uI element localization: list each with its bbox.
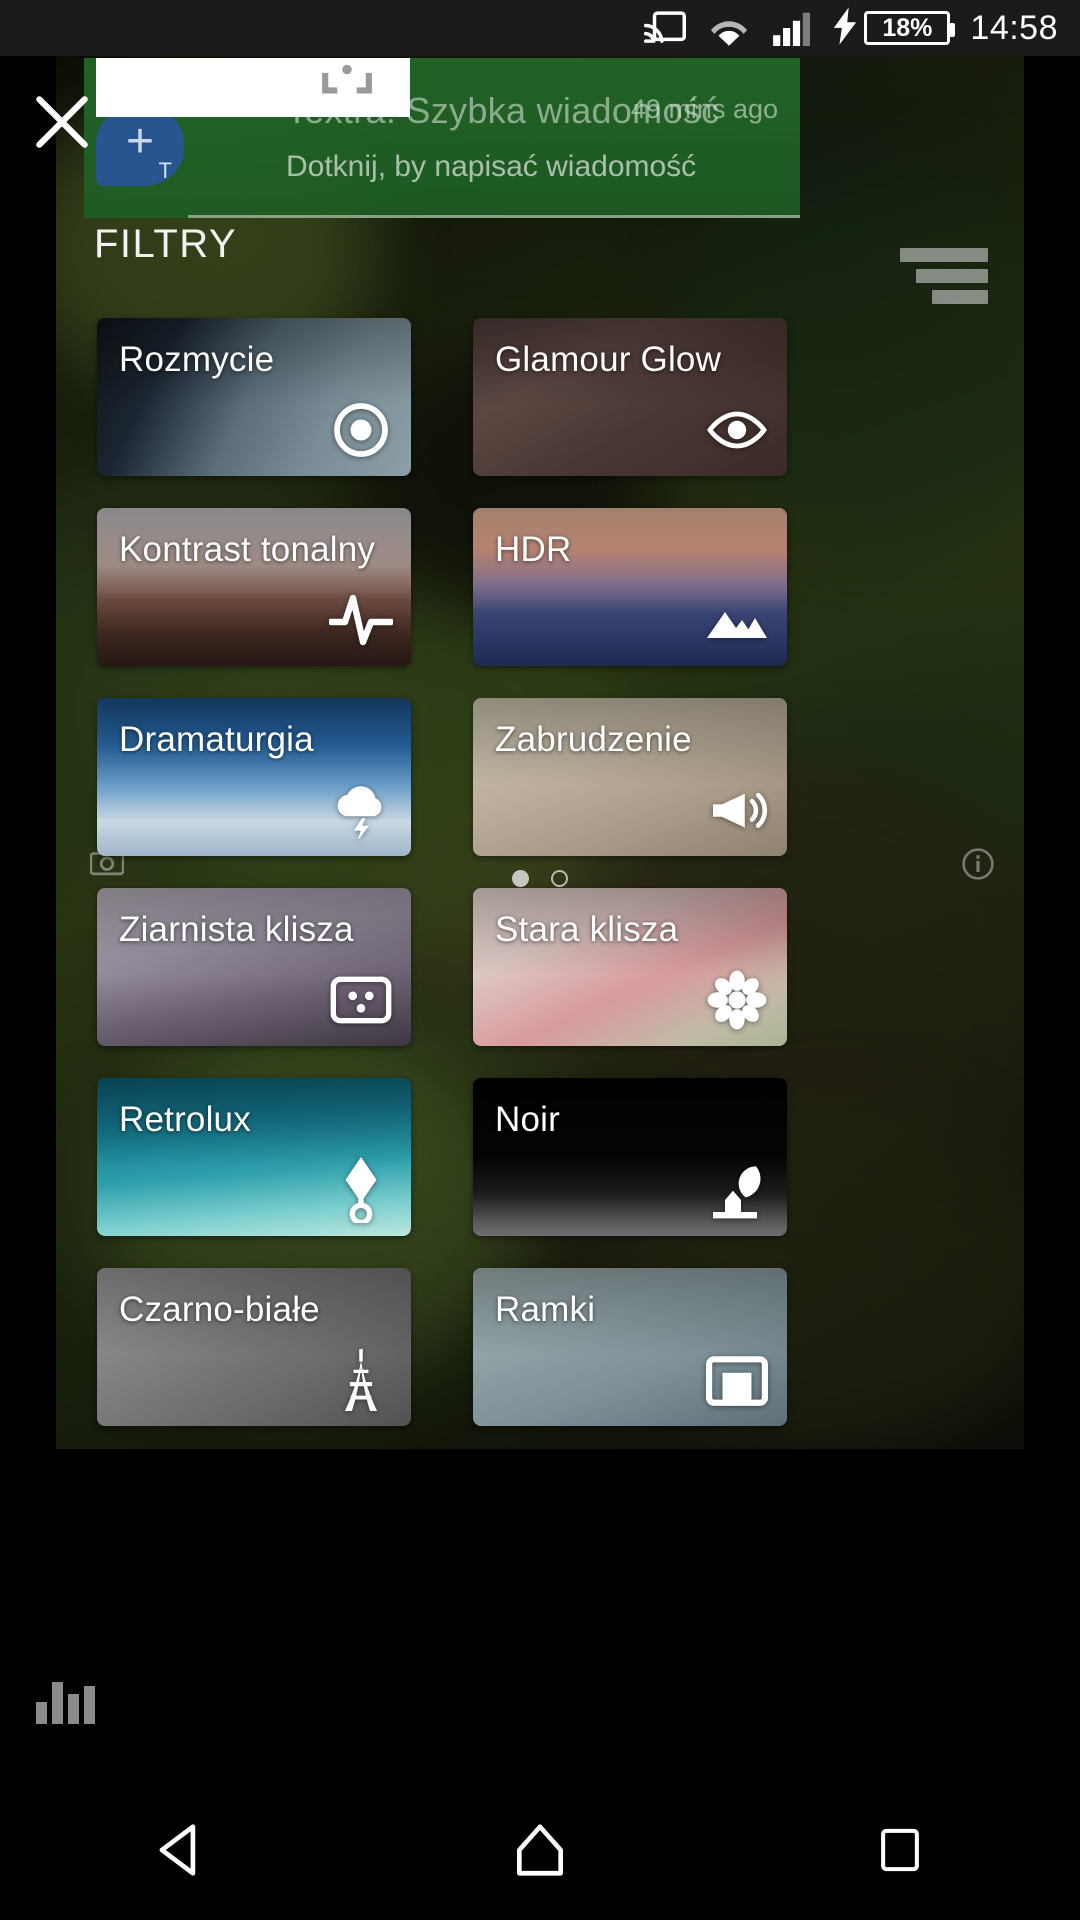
filter-label: HDR [495, 530, 571, 570]
storm-cloud-icon [329, 778, 393, 842]
filter-tile[interactable]: Dramaturgia [97, 698, 411, 856]
filter-tile[interactable]: Zabrudzenie [473, 698, 787, 856]
avatar-plus-glyph: + [126, 118, 154, 166]
recents-square-icon[interactable] [840, 1807, 960, 1893]
filter-label: Rozmycie [119, 340, 274, 380]
signal-icon [772, 10, 812, 46]
filter-label: Zabrudzenie [495, 720, 692, 760]
filter-label: Ramki [495, 1290, 595, 1330]
page-title: FILTRY [94, 222, 237, 267]
filter-label: Dramaturgia [119, 720, 314, 760]
notification-timestamp: 49 mins ago [631, 94, 778, 125]
filter-tile[interactable]: Glamour Glow [473, 318, 787, 476]
eye-icon [705, 398, 769, 462]
hamburger-sort-icon[interactable] [900, 248, 988, 304]
filter-tile[interactable]: Stara klisza [473, 888, 787, 1046]
notification-divider [188, 215, 800, 218]
filter-tile[interactable]: Ramki [473, 1268, 787, 1426]
filter-label: Kontrast tonalny [119, 530, 375, 570]
film-grain-icon [329, 968, 393, 1032]
avatar-t-glyph: T [159, 158, 172, 184]
filter-label: Retrolux [119, 1100, 251, 1140]
page-dot-inactive[interactable] [551, 870, 568, 887]
page-dot-active[interactable] [512, 870, 529, 887]
filter-tile[interactable]: Noir [473, 1078, 787, 1236]
cast-icon [644, 10, 686, 46]
filter-tile[interactable]: Czarno-białe [97, 1268, 411, 1426]
screenshot-overlay-panel [96, 58, 410, 117]
battery-icon: 18% [864, 11, 950, 45]
filter-tile[interactable]: Ziarnista klisza [97, 888, 411, 1046]
back-triangle-icon[interactable] [120, 1807, 240, 1893]
filter-tile[interactable]: Retrolux [97, 1078, 411, 1236]
filter-label: Ziarnista klisza [119, 910, 354, 950]
flower-icon [705, 968, 769, 1032]
mountains-icon [705, 588, 769, 652]
home-icon[interactable] [480, 1807, 600, 1893]
filter-label: Noir [495, 1100, 560, 1140]
status-clock: 14:58 [970, 9, 1058, 48]
filter-tile[interactable]: HDR [473, 508, 787, 666]
android-navigation-bar [0, 1780, 1080, 1920]
wifi-icon [706, 10, 752, 46]
notification-avatar: + T [96, 106, 184, 186]
eiffel-tower-icon [329, 1348, 393, 1412]
filter-label: Glamour Glow [495, 340, 721, 380]
waveform-pulse-icon [329, 588, 393, 652]
crop-frame-icon [318, 65, 376, 110]
page-indicator[interactable] [0, 870, 1080, 887]
light-leak-icon [329, 1158, 393, 1222]
filter-label: Czarno-białe [119, 1290, 320, 1330]
charging-bolt-icon [832, 7, 858, 50]
close-icon[interactable] [28, 88, 96, 156]
picture-frame-icon [705, 1348, 769, 1412]
status-bar: 18% 14:58 [0, 0, 1080, 56]
filter-tile[interactable]: Rozmycie [97, 318, 411, 476]
megaphone-icon [705, 778, 769, 842]
battery-percent: 18% [882, 14, 932, 43]
lens-circle-icon [329, 398, 393, 462]
moon-building-icon [705, 1158, 769, 1222]
bottom-letterbox [0, 1688, 1080, 1780]
notification-subtitle: Dotknij, by napisać wiadomość [286, 150, 696, 184]
battery-status: 18% [832, 7, 950, 50]
histogram-icon [36, 1676, 95, 1724]
filter-label: Stara klisza [495, 910, 678, 950]
android-screen: 18% 14:58 Textra: Szybka wiadomość Dotkn… [0, 0, 1080, 1920]
filter-tile[interactable]: Kontrast tonalny [97, 508, 411, 666]
